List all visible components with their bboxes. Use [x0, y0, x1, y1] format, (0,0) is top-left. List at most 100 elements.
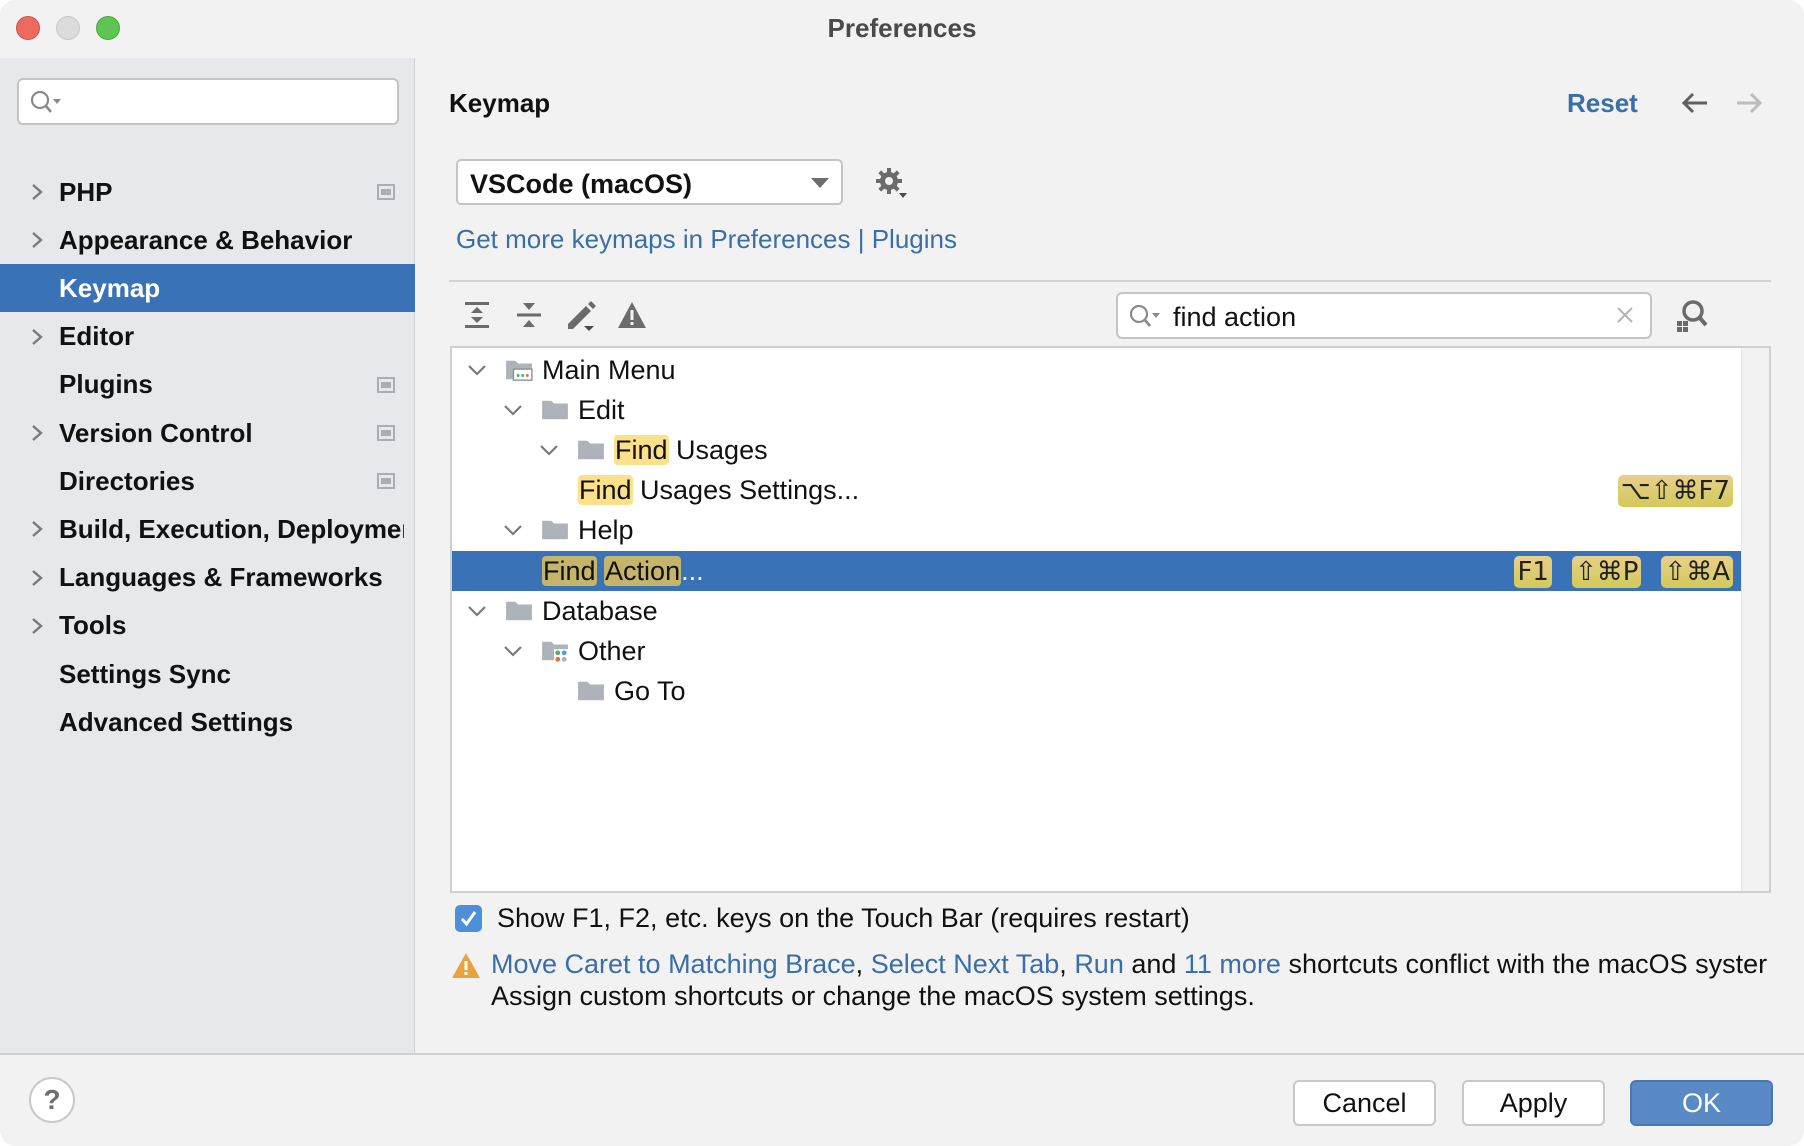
label-text: Usages	[668, 435, 768, 466]
sidebar-item-label: Build, Execution, Deployment	[59, 513, 404, 544]
shortcut-list: F1 ⇧⌘P ⇧⌘A	[1514, 555, 1733, 588]
sidebar-item-editor[interactable]: Editor	[0, 313, 415, 361]
folder-icon	[578, 440, 604, 460]
tree-row-label: Database	[542, 596, 658, 627]
chevron-right-icon[interactable]	[28, 518, 46, 540]
sidebar-item-plugins[interactable]: Plugins	[0, 361, 415, 409]
chevron-right-icon[interactable]	[28, 326, 46, 348]
touchbar-checkbox[interactable]	[455, 904, 482, 932]
sidebar-item-advanced-settings[interactable]: Advanced Settings	[0, 698, 415, 746]
ok-button[interactable]: OK	[1630, 1080, 1773, 1126]
chevron-down-icon[interactable]	[502, 641, 524, 661]
conflict-warning-line1: Move Caret to Matching Brace, Select Nex…	[491, 948, 1767, 980]
conflict-suffix-text: shortcuts conflict with the macOS syster	[1280, 949, 1768, 979]
folder-icon	[542, 400, 568, 420]
sidebar-item-tools[interactable]: Tools	[0, 602, 415, 650]
label-text	[597, 556, 605, 586]
label-text: Other	[578, 635, 646, 666]
search-match-highlight: Find	[614, 435, 669, 466]
sidebar-search-input[interactable]	[17, 78, 399, 125]
keymap-search-input[interactable]: find action	[1116, 292, 1652, 339]
keymap-dropdown[interactable]: VSCode (macOS)	[456, 159, 843, 205]
tree-row[interactable]: Find Action... F1 ⇧⌘P ⇧⌘A	[452, 550, 1743, 591]
tree-row-label: Edit	[578, 395, 625, 426]
search-match-highlight: Find	[578, 475, 633, 506]
sidebar-item-directories[interactable]: Directories	[0, 457, 415, 505]
tree-row[interactable]: Help	[452, 510, 1743, 550]
project-scope-icon	[377, 473, 395, 490]
cancel-button[interactable]: Cancel	[1293, 1080, 1436, 1126]
settings-sidebar: PHP Appearance & Behavior Keymap Editor Plug…	[0, 58, 415, 1053]
chevron-right-icon[interactable]	[28, 422, 46, 444]
collapse-all-icon[interactable]	[512, 298, 546, 332]
folder-icon	[506, 601, 532, 620]
chevron-right-icon[interactable]	[28, 181, 46, 203]
sidebar-item-label: Appearance & Behavior	[59, 224, 353, 255]
edit-shortcut-icon[interactable]	[564, 298, 598, 332]
apply-button[interactable]: Apply	[1462, 1080, 1605, 1126]
sidebar-item-languages-frameworks[interactable]: Languages & Frameworks	[0, 554, 415, 602]
sidebar-item-keymap[interactable]: Keymap	[0, 264, 415, 313]
window-title: Preferences	[827, 13, 977, 43]
sidebar-item-php[interactable]: PHP	[0, 168, 415, 216]
tree-row-label: Other	[578, 636, 646, 667]
shortcut-badge: ⇧⌘P	[1571, 555, 1642, 588]
chevron-down-icon[interactable]	[502, 400, 524, 420]
touchbar-option[interactable]: Show F1, F2, etc. keys on the Touch Bar …	[455, 901, 1190, 935]
tree-row-label: Main Menu	[542, 355, 676, 386]
forward-arrow-icon[interactable]	[1734, 88, 1764, 118]
and-text: and	[1123, 949, 1184, 979]
tree-row-label: Find Action...	[542, 555, 704, 587]
sidebar-item-label: Advanced Settings	[59, 706, 294, 737]
sidebar-item-label: PHP	[59, 176, 113, 207]
folder-icon	[578, 681, 604, 701]
chevron-down-icon[interactable]	[502, 520, 524, 540]
conflict-link-more[interactable]: 11 more	[1184, 949, 1281, 979]
preferences-plugins-link[interactable]: Preferences | Plugins	[710, 224, 957, 254]
conflict-link-select-next-tab[interactable]: Select Next Tab	[871, 949, 1060, 979]
chevron-right-icon[interactable]	[28, 567, 46, 589]
conflict-link-move-caret[interactable]: Move Caret to Matching Brace	[491, 949, 856, 979]
more-keymaps-text: Get more keymaps in Preferences | Plugin…	[456, 224, 957, 255]
expand-all-icon[interactable]	[460, 298, 494, 332]
tree-row[interactable]: Find Usages Settings... ⌥⇧⌘F7	[452, 470, 1743, 510]
tree-row[interactable]: Main Menu	[452, 350, 1743, 390]
tree-row[interactable]: Go To	[452, 671, 1743, 711]
chevron-right-icon[interactable]	[28, 229, 46, 251]
sidebar-item-build-execution-deployment[interactable]: Build, Execution, Deployment	[0, 505, 415, 553]
keymap-action-tree[interactable]: Main Menu Edit Find Usages Find Usages Sett…	[450, 346, 1771, 893]
sidebar-item-settings-sync[interactable]: Settings Sync	[0, 650, 415, 698]
sidebar-item-appearance-behavior[interactable]: Appearance & Behavior	[0, 216, 415, 264]
conflict-warning-line2: Assign custom shortcuts or change the ma…	[491, 981, 1255, 1011]
project-scope-icon	[377, 184, 395, 200]
tree-row[interactable]: Find Usages	[452, 430, 1743, 470]
search-match-highlight: Find	[542, 555, 597, 586]
chevron-down-icon[interactable]	[538, 440, 560, 460]
tree-row[interactable]: Other	[452, 631, 1743, 671]
chevron-right-icon[interactable]	[28, 615, 46, 637]
reset-button[interactable]: Reset	[1567, 88, 1638, 119]
find-by-shortcut-icon[interactable]	[1673, 296, 1711, 334]
tree-row[interactable]: Edit	[452, 390, 1743, 430]
clear-search-icon[interactable]	[1614, 304, 1636, 326]
back-arrow-icon[interactable]	[1680, 88, 1710, 118]
touchbar-checkbox-label: Show F1, F2, etc. keys on the Touch Bar …	[497, 902, 1190, 933]
chevron-down-icon[interactable]	[466, 601, 488, 621]
dialog-footer: ? Cancel Apply OK	[0, 1053, 1804, 1146]
tree-scrollbar[interactable]	[1741, 348, 1769, 891]
sidebar-item-label: Languages & Frameworks	[59, 562, 383, 593]
chevron-down-icon[interactable]	[466, 360, 488, 380]
conflict-link-run[interactable]: Run	[1074, 949, 1124, 979]
label-text: Main Menu	[542, 355, 676, 385]
gear-icon[interactable]	[873, 165, 909, 201]
tree-row[interactable]: Database	[452, 591, 1743, 631]
shortcut-badge: F1	[1514, 555, 1552, 588]
sidebar-item-version-control[interactable]: Version Control	[0, 409, 415, 457]
shortcut-badge: ⇧⌘A	[1661, 555, 1733, 588]
sidebar-item-label: Settings Sync	[59, 658, 231, 689]
conflicts-warning-icon[interactable]	[615, 298, 649, 332]
plugin-folder-icon	[542, 641, 569, 662]
page-title: Keymap	[449, 88, 551, 118]
help-button[interactable]: ?	[29, 1077, 75, 1123]
tree-row-label: Go To	[614, 676, 686, 707]
